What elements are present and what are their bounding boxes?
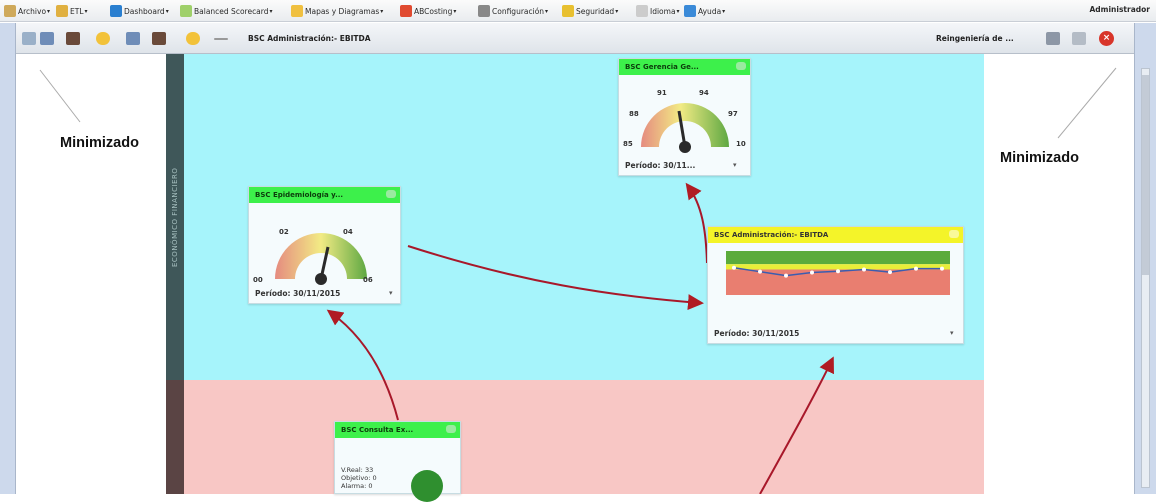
gauge-epidemiologia: 00 02 04 06 [253, 228, 373, 285]
arrow-consulta-to-epi [326, 309, 399, 421]
arrow-ebitda-to-gerencia [685, 182, 708, 264]
card-header[interactable]: BSC Gerencia Ge... [619, 59, 750, 75]
card-title: BSC Consulta Ex... [341, 426, 414, 434]
expand-icon[interactable]: ▾ [950, 329, 954, 337]
gauge-tick: 10 [736, 140, 746, 148]
data-point [914, 266, 918, 271]
gauge-gerencia: 85 88 91 94 97 10 [623, 89, 746, 153]
card-header[interactable]: BSC Administración:- EBITDA [708, 227, 963, 243]
data-point [836, 269, 840, 274]
detail-line: V.Real: 33 [341, 466, 374, 474]
gauge-hub [679, 141, 691, 153]
detail-line: Objetivo: 0 [341, 474, 377, 482]
card-title: BSC Gerencia Ge... [625, 63, 699, 71]
status-indicator [411, 470, 443, 502]
gauge-tick: 91 [657, 89, 667, 97]
annotation-minimized-right: Minimizado [1000, 150, 1079, 166]
card-header[interactable]: BSC Consulta Ex... [335, 422, 460, 438]
data-point [888, 270, 892, 275]
data-point [862, 267, 866, 272]
arrow-bottom-to-ebitda [759, 356, 834, 494]
gauge-tick: 97 [728, 110, 738, 118]
annotation-line-right [1057, 67, 1117, 139]
kpi-card-gerencia[interactable]: BSC Gerencia Ge... 85 88 91 94 97 10 Per… [618, 58, 751, 176]
card-menu-icon[interactable] [446, 425, 456, 433]
arrow-epi-to-ebitda [407, 245, 704, 311]
gauge-tick: 06 [363, 276, 373, 284]
card-title: BSC Epidemiología y... [255, 191, 344, 199]
gauge-tick: 94 [699, 89, 709, 97]
detail-line: Alarma: 0 [341, 482, 373, 490]
gauge-tick: 00 [253, 276, 263, 284]
expand-icon[interactable]: ▾ [733, 161, 737, 169]
gauge-tick: 02 [279, 228, 289, 236]
data-point [758, 269, 762, 274]
kpi-card-ebitda[interactable]: BSC Administración:- EBITDA Período: 30/… [707, 226, 964, 344]
data-point [810, 270, 814, 275]
card-menu-icon[interactable] [736, 62, 746, 70]
card-menu-icon[interactable] [949, 230, 959, 238]
card-title: BSC Administración:- EBITDA [714, 231, 829, 239]
gauge-tick: 85 [623, 140, 633, 148]
data-point [940, 266, 944, 271]
data-point [784, 273, 788, 278]
connection-arrows [39, 67, 1117, 494]
kpi-card-epidemiologia[interactable]: BSC Epidemiología y... 00 02 04 06 Perío… [248, 186, 401, 304]
card-menu-icon[interactable] [386, 190, 396, 198]
data-point [732, 265, 736, 270]
card-period: Período: 30/11... [625, 161, 696, 170]
annotation-line-left [39, 69, 81, 123]
annotation-minimized-left: Minimizado [60, 135, 139, 151]
ebitda-trend-chart [726, 251, 950, 295]
card-header[interactable]: BSC Epidemiología y... [249, 187, 400, 203]
card-period: Período: 30/11/2015 [255, 289, 341, 298]
gauge-hub [315, 273, 327, 285]
kpi-card-consulta[interactable]: BSC Consulta Ex... V.Real: 33 Objetivo: … [334, 421, 461, 502]
gauge-tick: 88 [629, 110, 639, 118]
gauge-tick: 04 [343, 228, 353, 236]
card-detail-lines: V.Real: 33 Objetivo: 0 Alarma: 0 [341, 466, 377, 490]
card-period: Período: 30/11/2015 [714, 329, 800, 338]
expand-icon[interactable]: ▾ [389, 289, 393, 297]
band-good [726, 251, 950, 265]
